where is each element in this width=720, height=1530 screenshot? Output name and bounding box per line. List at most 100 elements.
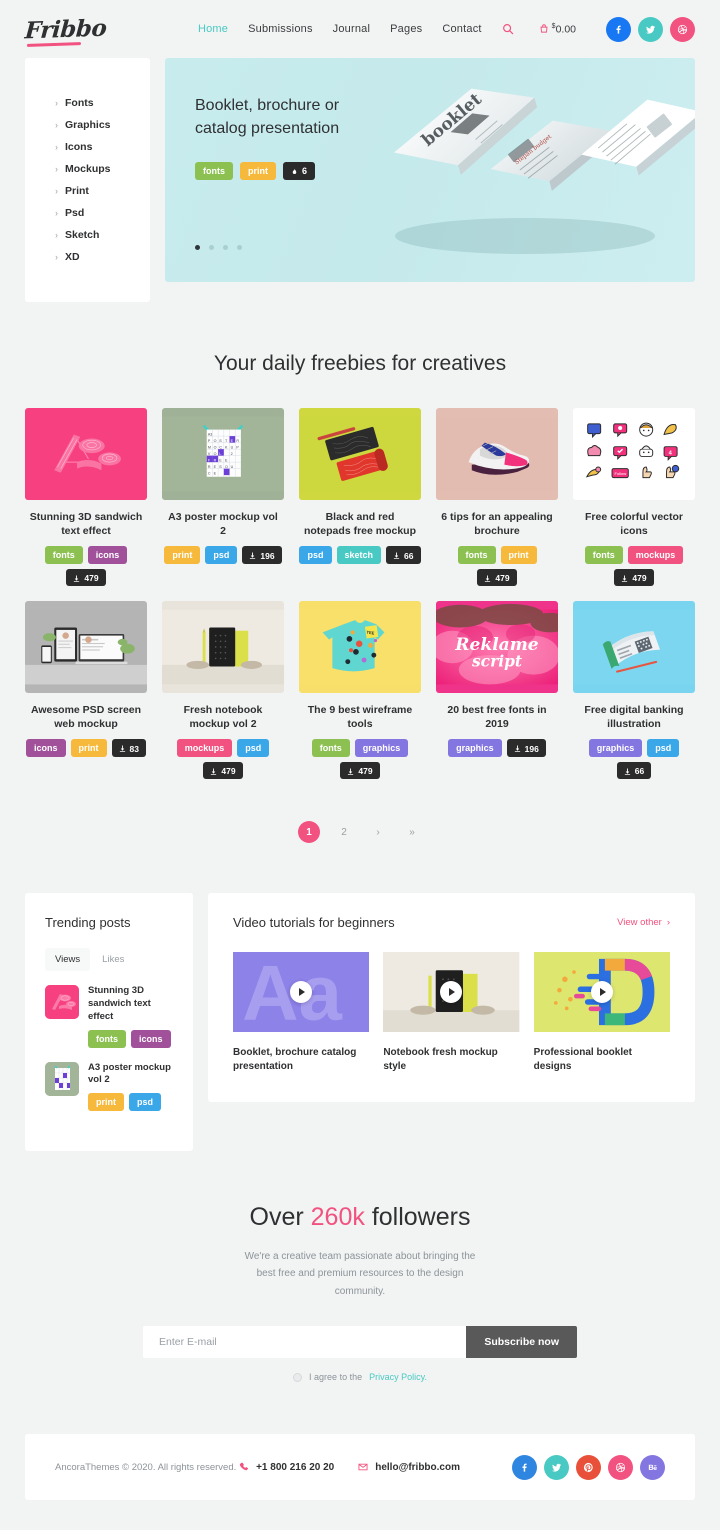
- nav-item-journal[interactable]: Journal: [333, 23, 370, 35]
- slider-dot-1[interactable]: [195, 245, 200, 250]
- tag-print[interactable]: print: [70, 739, 107, 758]
- twitter-icon[interactable]: [544, 1454, 569, 1480]
- sidebar-item-icons[interactable]: › Icons: [25, 136, 150, 158]
- card-thumbnail[interactable]: TEE: [299, 601, 421, 694]
- video-thumbnail[interactable]: [533, 948, 670, 1036]
- play-icon[interactable]: [590, 981, 613, 1004]
- site-logo[interactable]: Fribbo: [24, 14, 107, 47]
- video-thumbnail[interactable]: [383, 948, 520, 1036]
- card-title[interactable]: Fresh notebook mockup vol 2: [164, 703, 282, 731]
- sidebar-item-graphics[interactable]: › Graphics: [25, 114, 150, 136]
- sidebar-item-sketch[interactable]: › Sketch: [25, 224, 150, 246]
- card-title[interactable]: 20 best free fonts in 2019: [438, 703, 556, 731]
- dribbble-icon[interactable]: [670, 16, 695, 42]
- next-page-button[interactable]: ›: [368, 822, 388, 842]
- trending-item-title[interactable]: Stunning 3D sandwich text effect: [88, 985, 173, 1023]
- play-icon[interactable]: [440, 981, 463, 1004]
- tag-print[interactable]: print: [500, 546, 537, 565]
- download-badge[interactable]: 479: [203, 762, 243, 780]
- subscribe-button[interactable]: Subscribe now: [466, 1326, 577, 1359]
- card-title[interactable]: A3 poster mockup vol 2: [164, 510, 282, 538]
- slider-dot-4[interactable]: [237, 245, 242, 250]
- tag-graphics[interactable]: graphics: [588, 739, 643, 758]
- footer-phone[interactable]: +1 800 216 20 20: [239, 1462, 334, 1473]
- slider-dot-2[interactable]: [209, 245, 214, 250]
- card-thumbnail[interactable]: [573, 601, 695, 694]
- card-title[interactable]: Stunning 3D sandwich text effect: [27, 510, 145, 538]
- tag-graphics[interactable]: graphics: [354, 739, 409, 758]
- tag-fonts[interactable]: fonts: [311, 739, 350, 758]
- search-icon[interactable]: [502, 23, 515, 36]
- tag-mockups[interactable]: mockups: [176, 739, 233, 758]
- view-other-link[interactable]: View other ›: [617, 917, 670, 928]
- tag-print[interactable]: print: [240, 162, 276, 181]
- card-thumbnail[interactable]: [436, 408, 558, 500]
- video-title[interactable]: Notebook fresh mockup style: [383, 1046, 519, 1074]
- video-title[interactable]: Professional booklet designs: [534, 1046, 670, 1074]
- nav-item-pages[interactable]: Pages: [390, 23, 422, 35]
- card-title[interactable]: The 9 best wireframe tools: [301, 703, 419, 731]
- facebook-icon[interactable]: [512, 1454, 537, 1480]
- tag-psd[interactable]: psd: [299, 546, 332, 565]
- play-icon[interactable]: [290, 981, 313, 1004]
- twitter-icon[interactable]: [638, 16, 663, 42]
- cart-button[interactable]: $0.00: [539, 23, 576, 35]
- tag-fonts[interactable]: fonts: [44, 546, 83, 565]
- tag-icons[interactable]: icons: [26, 739, 66, 758]
- agree-checkbox[interactable]: [293, 1372, 303, 1382]
- nav-item-contact[interactable]: Contact: [442, 23, 481, 35]
- card-thumbnail[interactable]: 4 Follow: [573, 408, 695, 500]
- download-badge[interactable]: 66: [616, 762, 652, 780]
- sidebar-item-print[interactable]: › Print: [25, 180, 150, 202]
- footer-email[interactable]: hello@fribbo.com: [358, 1462, 460, 1473]
- video-title[interactable]: Booklet, brochure catalog presentation: [233, 1046, 369, 1074]
- privacy-policy-link[interactable]: Privacy Policy.: [369, 1372, 427, 1382]
- card-title[interactable]: Free digital banking illustration: [575, 703, 693, 731]
- email-input[interactable]: [143, 1326, 467, 1359]
- download-badge[interactable]: 196: [242, 546, 282, 565]
- tag-icons[interactable]: icons: [87, 546, 128, 565]
- tag-fonts[interactable]: fonts: [584, 546, 623, 565]
- tag-sketch[interactable]: sketch: [336, 546, 382, 565]
- card-thumbnail[interactable]: [162, 601, 284, 694]
- download-badge[interactable]: 479: [614, 569, 654, 587]
- pinterest-icon[interactable]: [576, 1454, 601, 1480]
- download-badge[interactable]: 66: [386, 546, 421, 565]
- sidebar-item-psd[interactable]: › Psd: [25, 202, 150, 224]
- tag-print[interactable]: print: [88, 1093, 124, 1111]
- hero-likes-badge[interactable]: 6: [283, 162, 316, 181]
- tag-fonts[interactable]: fonts: [88, 1029, 126, 1048]
- sidebar-item-xd[interactable]: › XD: [25, 246, 150, 268]
- card-title[interactable]: 6 tips for an appealing brochure: [438, 510, 556, 538]
- trending-item-title[interactable]: A3 poster mockup vol 2: [88, 1062, 173, 1088]
- tag-mockups[interactable]: mockups: [627, 546, 684, 565]
- tag-psd[interactable]: psd: [129, 1093, 162, 1111]
- tag-graphics[interactable]: graphics: [448, 739, 502, 758]
- tab-likes[interactable]: Likes: [92, 948, 134, 971]
- sidebar-item-fonts[interactable]: › Fonts: [25, 92, 150, 114]
- page-1-button[interactable]: 1: [298, 821, 320, 844]
- trending-thumbnail[interactable]: [45, 985, 79, 1020]
- nav-item-home[interactable]: Home: [198, 23, 228, 35]
- download-badge[interactable]: 479: [477, 569, 517, 587]
- video-thumbnail[interactable]: Aa: [233, 948, 370, 1036]
- card-title[interactable]: Free colorful vector icons: [575, 510, 693, 538]
- tab-views[interactable]: Views: [45, 948, 91, 972]
- download-badge[interactable]: 479: [66, 569, 106, 587]
- tag-psd[interactable]: psd: [237, 739, 270, 758]
- page-2-button[interactable]: 2: [334, 822, 354, 842]
- last-page-button[interactable]: »: [402, 822, 422, 842]
- slider-dot-3[interactable]: [223, 245, 228, 250]
- nav-item-submissions[interactable]: Submissions: [248, 23, 313, 35]
- card-thumbnail[interactable]: [25, 601, 147, 694]
- tag-psd[interactable]: psd: [205, 546, 238, 565]
- tag-fonts[interactable]: fonts: [457, 546, 496, 565]
- tag-fonts[interactable]: fonts: [195, 162, 233, 181]
- tag-icons[interactable]: icons: [131, 1029, 171, 1048]
- card-thumbnail[interactable]: Reklame script: [436, 601, 558, 694]
- tag-print[interactable]: print: [164, 546, 201, 565]
- card-thumbnail[interactable]: [25, 408, 147, 500]
- card-title[interactable]: Awesome PSD screen web mockup: [27, 703, 145, 731]
- sidebar-item-mockups[interactable]: › Mockups: [25, 158, 150, 180]
- dribbble-icon[interactable]: [608, 1454, 633, 1480]
